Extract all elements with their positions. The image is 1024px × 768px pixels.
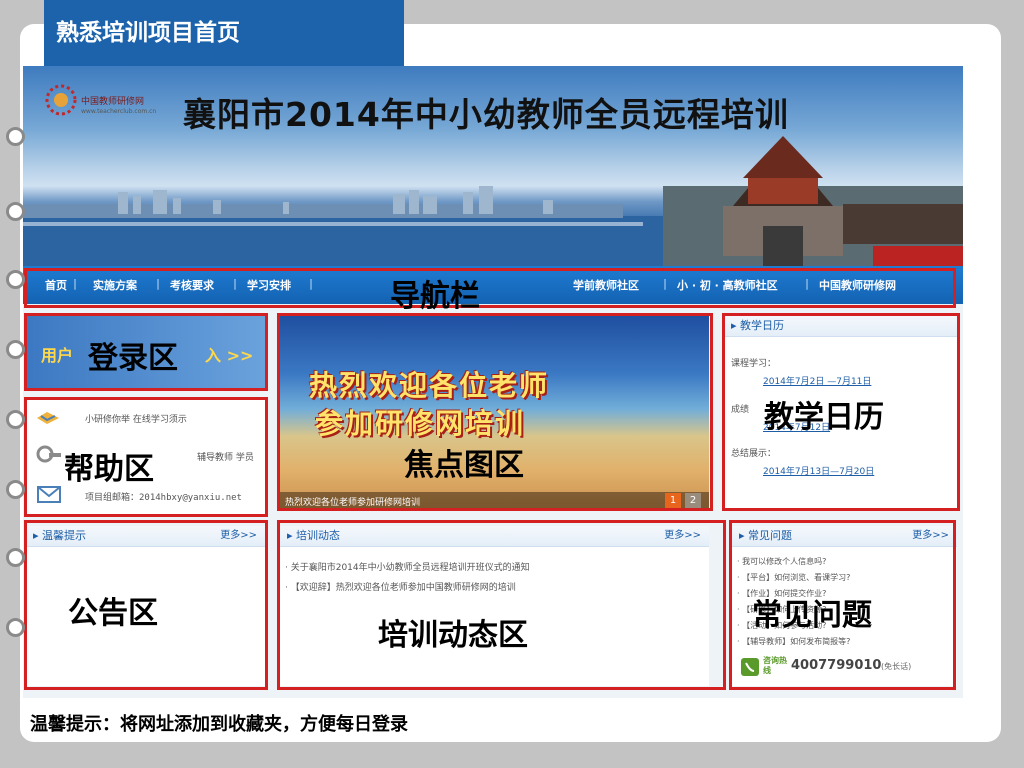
binder-ring — [6, 202, 25, 221]
binder-ring — [6, 340, 25, 359]
slide-title: 熟悉培训项目首页 — [44, 0, 404, 66]
news-annotation: 培训动态区 — [378, 618, 528, 653]
binder-ring — [6, 480, 25, 499]
binder-ring — [6, 410, 25, 429]
news-highlight-box — [277, 520, 726, 690]
bottom-tip: 温馨提示：将网址添加到收藏夹，方便每日登录 — [30, 714, 408, 735]
focus-annotation: 焦点图区 — [404, 448, 524, 483]
binder-ring — [6, 270, 25, 289]
binder-ring — [6, 548, 25, 567]
logo-name: 中国教师研修网 — [81, 97, 145, 107]
notice-annotation: 公告区 — [68, 596, 158, 631]
binder-ring — [6, 618, 25, 637]
binder-ring — [6, 127, 25, 146]
site-logo[interactable]: 中国教师研修网 www.teacherclub.com.cn — [41, 78, 171, 122]
banner-title: 襄阳市2014年中小幼教师全员远程培训 — [183, 95, 789, 134]
nav-highlight-box — [24, 268, 956, 308]
logo-url: www.teacherclub.com.cn — [81, 108, 157, 115]
faq-annotation: 常见问题 — [752, 598, 872, 633]
nav-annotation: 导航栏 — [390, 279, 480, 314]
calendar-annotation: 教学日历 — [764, 400, 884, 435]
logo-emblem-icon — [45, 84, 77, 116]
help-annotation: 帮助区 — [64, 452, 154, 487]
site-banner: 中国教师研修网 www.teacherclub.com.cn 襄阳市2014年中… — [23, 66, 963, 266]
login-annotation: 登录区 — [88, 341, 178, 376]
